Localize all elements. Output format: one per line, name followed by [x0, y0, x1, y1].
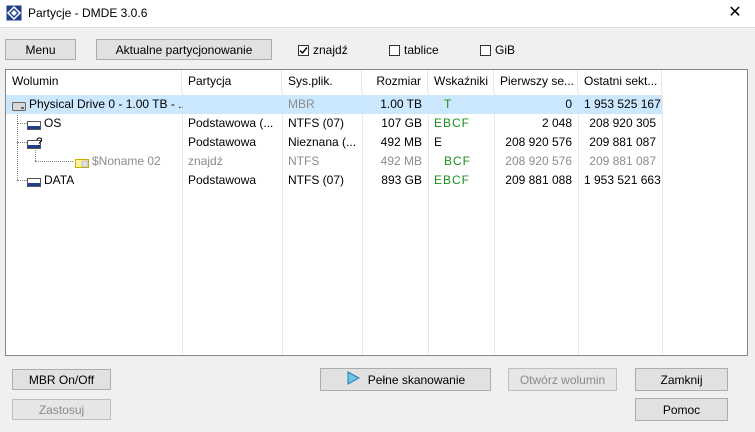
cell-last-sector: 209 881 087: [589, 135, 656, 149]
cell-size: 492 MB: [380, 135, 422, 149]
checkbox-tables-label: tablice: [404, 43, 439, 57]
check-icon: [299, 46, 308, 54]
checkbox-tables[interactable]: tablice: [389, 43, 439, 57]
menu-button[interactable]: Menu: [5, 39, 76, 60]
checkbox-find[interactable]: znajdź: [298, 43, 348, 57]
cell-size: 107 GB: [381, 116, 422, 130]
cell-volume: $Noname 02: [92, 154, 161, 168]
cell-filesystem: MBR: [288, 97, 315, 111]
cell-filesystem: Nieznana (...: [288, 135, 357, 149]
column-header-volume[interactable]: Wolumin: [6, 70, 182, 92]
cell-partition: Podstawowa: [188, 173, 257, 187]
table-row[interactable]: $Noname 02 znajdź NTFS 492 MB BCF 208 92…: [6, 152, 662, 171]
cell-first-sector: 208 920 576: [505, 154, 572, 168]
cell-flags: E: [434, 135, 443, 149]
cell-volume: OS: [44, 116, 62, 130]
play-icon: [346, 371, 360, 388]
cell-last-sector: 1 953 525 167: [584, 97, 661, 111]
checkbox-tables-box[interactable]: [389, 44, 400, 56]
checkbox-gib-box[interactable]: [480, 44, 491, 56]
current-partitioning-button[interactable]: Aktualne partycjonowanie: [96, 39, 272, 60]
cell-filesystem: NTFS: [288, 154, 320, 168]
column-divider: [662, 92, 663, 355]
full-scan-button[interactable]: Pełne skanowanie: [320, 368, 491, 391]
partition-list[interactable]: Wolumin Partycja Sys.plik. Rozmiar Wskaź…: [5, 69, 748, 356]
checkbox-find-box[interactable]: [298, 44, 309, 56]
checkbox-gib-label: GiB: [495, 43, 516, 57]
column-header-first-sector[interactable]: Pierwszy se...: [494, 70, 578, 92]
cell-last-sector: 209 881 087: [589, 154, 656, 168]
checkbox-gib[interactable]: GiB: [480, 43, 515, 57]
cell-volume: Physical Drive 0 - 1.00 TB - ...: [29, 97, 183, 111]
cell-size: 893 GB: [381, 173, 422, 187]
cell-first-sector: 0: [565, 97, 572, 111]
table-row[interactable]: Physical Drive 0 - 1.00 TB - ... MBR 1.0…: [6, 95, 662, 114]
cell-first-sector: 2 048: [541, 116, 572, 130]
column-header-partition[interactable]: Partycja: [182, 70, 282, 92]
cell-last-sector: 208 920 305: [589, 116, 656, 130]
cell-partition: znajdź: [188, 154, 223, 168]
cell-last-sector: 1 953 521 663: [584, 173, 661, 187]
title-bar: Partycje - DMDE 3.0.6 ✕: [0, 0, 755, 28]
column-header-filesystem[interactable]: Sys.plik.: [282, 70, 362, 92]
cell-partition: [182, 95, 282, 114]
help-button[interactable]: Pomoc: [635, 398, 728, 421]
table-row[interactable]: ? Podstawowa Nieznana (... 492 MB E 208 …: [6, 133, 662, 152]
cell-volume: ?: [36, 135, 43, 149]
checkbox-find-label: znajdź: [313, 43, 348, 57]
close-button[interactable]: Zamknij: [635, 368, 728, 391]
cell-filesystem: NTFS (07): [288, 116, 345, 130]
table-row[interactable]: DATA Podstawowa NTFS (07) 893 GB EBCF 20…: [6, 171, 662, 190]
column-header-flags[interactable]: Wskaźniki: [428, 70, 494, 92]
cell-flags: EBCF: [434, 173, 471, 187]
close-icon[interactable]: ✕: [723, 3, 747, 23]
open-volume-button[interactable]: Otwórz wolumin: [508, 368, 617, 391]
dmde-app-icon: [6, 5, 22, 21]
full-scan-label: Pełne skanowanie: [367, 372, 466, 387]
cell-flags: T: [444, 97, 453, 111]
column-header-last-sector[interactable]: Ostatni sekt...: [578, 70, 662, 92]
column-header-size[interactable]: Rozmiar: [362, 70, 428, 92]
apply-button[interactable]: Zastosuj: [12, 399, 111, 420]
cell-filesystem: NTFS (07): [288, 173, 345, 187]
cell-flags: EBCF: [434, 116, 471, 130]
cell-volume: DATA: [44, 173, 75, 187]
cell-flags: BCF: [444, 154, 471, 168]
window-title: Partycje - DMDE 3.0.6: [28, 6, 148, 20]
cell-first-sector: 208 920 576: [505, 135, 572, 149]
table-row[interactable]: OS Podstawowa (... NTFS (07) 107 GB EBCF…: [6, 114, 662, 133]
cell-size: 1.00 TB: [380, 97, 422, 111]
mbr-toggle-button[interactable]: MBR On/Off: [12, 369, 111, 390]
cell-partition: Podstawowa (...: [188, 116, 274, 130]
cell-size: 492 MB: [380, 154, 422, 168]
cell-partition: Podstawowa: [188, 135, 257, 149]
cell-first-sector: 209 881 088: [505, 173, 572, 187]
